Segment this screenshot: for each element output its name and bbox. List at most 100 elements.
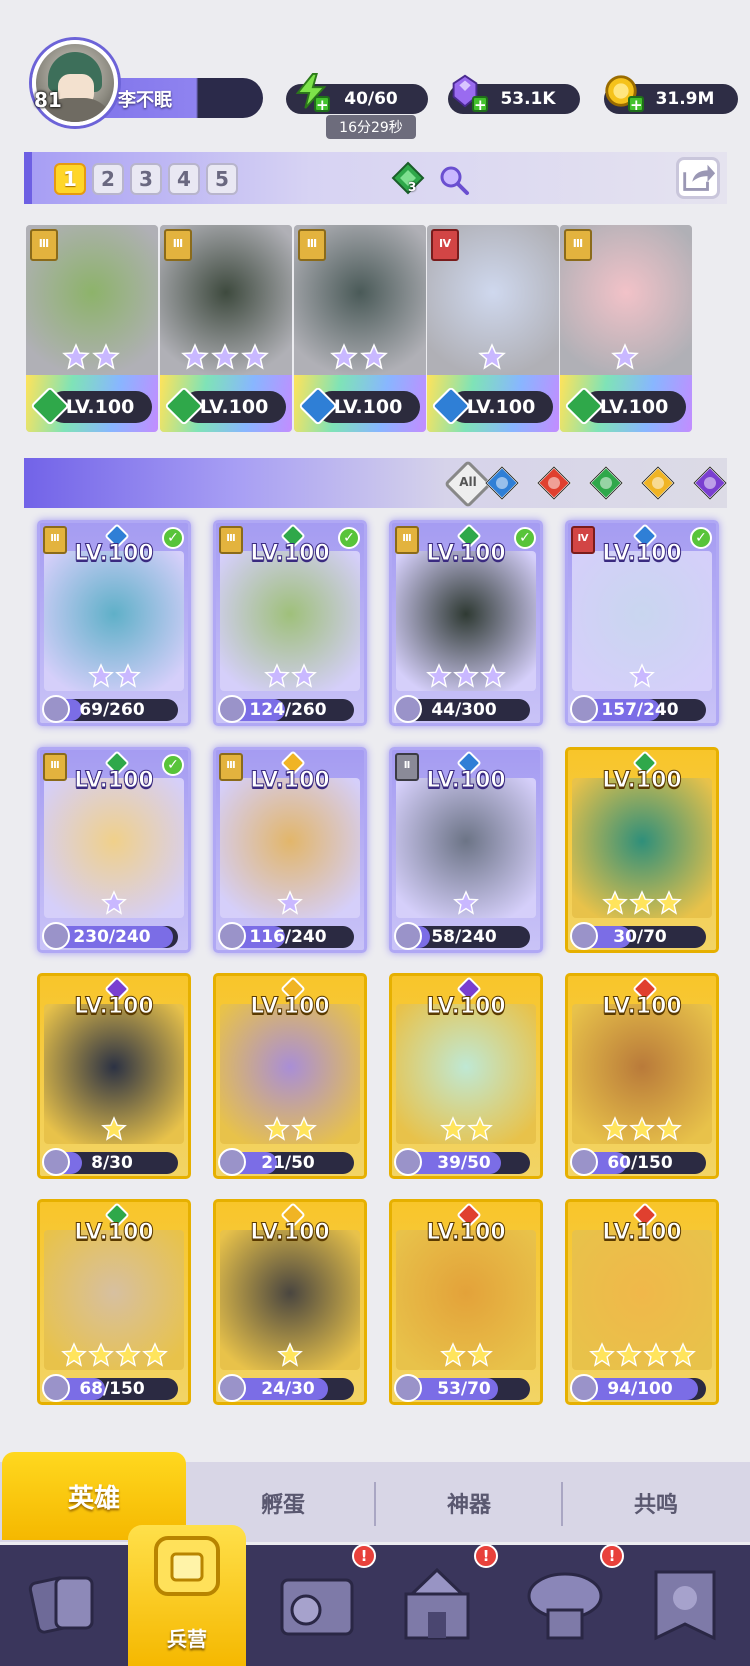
hero-card[interactable]: LV.100 39/50 xyxy=(389,973,543,1179)
shard-progress-text: 21/50 xyxy=(261,1153,315,1173)
hero-card[interactable]: LV.100 60/150 xyxy=(565,973,719,1179)
star-icon xyxy=(277,890,303,915)
shard-progress-text: 30/70 xyxy=(613,927,667,947)
team-hero-card[interactable]: Ⅲ LV.100 xyxy=(294,225,426,432)
barracks-icon[interactable] xyxy=(142,1518,232,1608)
shard-progress-text: 60/150 xyxy=(607,1153,673,1173)
alert-badge: ! xyxy=(600,1544,624,1568)
hero-level: LV.100 xyxy=(426,768,506,794)
hero-card[interactable]: Ⅲ LV.100 116/240 xyxy=(213,747,367,953)
player-avatar[interactable] xyxy=(32,40,118,126)
star-rating xyxy=(392,890,540,916)
star-icon xyxy=(588,1342,615,1367)
star-icon xyxy=(360,343,388,370)
star-rating xyxy=(62,343,120,371)
star-icon xyxy=(656,1116,682,1141)
star-icon xyxy=(62,343,90,370)
hero-card[interactable]: LV.100 24/30 xyxy=(213,1199,367,1405)
star-icon xyxy=(466,1342,493,1367)
team-slot-4[interactable]: 4 xyxy=(168,163,200,195)
filter-all-label: All xyxy=(459,475,477,489)
team-hero-card[interactable]: Ⅳ LV.100 xyxy=(427,225,559,432)
hero-card[interactable]: Ⅲ ✓ LV.100 69/260 xyxy=(37,520,191,726)
team-slot-1[interactable]: 1 xyxy=(54,163,86,195)
hero-card[interactable]: Ⅱ LV.100 58/240 xyxy=(389,747,543,953)
shard-progress-text: 69/260 xyxy=(79,700,145,720)
star-rating xyxy=(40,1342,188,1368)
mushroom-house-icon[interactable] xyxy=(520,1560,610,1650)
team-hero-card[interactable]: Ⅲ LV.100 xyxy=(160,225,292,432)
star-icon xyxy=(480,663,506,688)
star-icon xyxy=(439,1116,466,1141)
search-icon[interactable] xyxy=(438,164,470,196)
hero-card[interactable]: Ⅲ ✓ LV.100 44/300 xyxy=(389,520,543,726)
star-icon xyxy=(92,343,120,370)
star-rating xyxy=(611,343,639,371)
hero-card[interactable]: LV.100 53/70 xyxy=(389,1199,543,1405)
shard-icon xyxy=(570,922,598,950)
shard-icon xyxy=(570,695,598,723)
cards-icon[interactable] xyxy=(20,1560,110,1650)
star-rating xyxy=(478,343,506,371)
nature-filter-icon[interactable] xyxy=(588,465,624,501)
star-rating xyxy=(40,1116,188,1142)
plus-icon[interactable]: + xyxy=(628,96,644,113)
hero-card[interactable]: Ⅲ ✓ LV.100 124/260 xyxy=(213,520,367,726)
star-icon xyxy=(181,343,209,370)
star-icon xyxy=(669,1342,696,1367)
star-icon xyxy=(615,1342,642,1367)
plus-icon[interactable]: + xyxy=(472,96,488,113)
shard-progress-text: 53/70 xyxy=(437,1379,491,1399)
book-map-icon[interactable] xyxy=(272,1560,362,1650)
fire-filter-icon[interactable] xyxy=(536,465,572,501)
star-icon xyxy=(60,1342,87,1367)
hero-card[interactable]: Ⅳ ✓ LV.100 157/240 xyxy=(565,520,719,726)
hero-level: LV.100 xyxy=(250,994,330,1020)
energy-timer: 16分29秒 xyxy=(326,115,416,139)
hero-level: LV.100 xyxy=(250,541,330,567)
shard-progress-text: 230/240 xyxy=(73,927,151,947)
shard-progress-text: 58/240 xyxy=(431,927,497,947)
star-icon xyxy=(466,1116,493,1141)
castle-icon[interactable] xyxy=(392,1560,482,1650)
hero-card[interactable]: LV.100 94/100 xyxy=(565,1199,719,1405)
hero-card[interactable]: LV.100 21/50 xyxy=(213,973,367,1179)
star-icon xyxy=(101,890,127,915)
tab-artifact[interactable]: 神器 xyxy=(376,1478,562,1528)
shard-progress-text: 124/260 xyxy=(249,700,327,720)
hero-card[interactable]: LV.100 30/70 xyxy=(565,747,719,953)
star-icon xyxy=(290,663,317,688)
star-icon xyxy=(629,1116,655,1141)
rank-badge: Ⅲ xyxy=(30,229,58,261)
star-icon xyxy=(263,1116,290,1141)
hero-card[interactable]: LV.100 8/30 xyxy=(37,973,191,1179)
team-slot-3[interactable]: 3 xyxy=(130,163,162,195)
star-icon xyxy=(453,663,479,688)
share-icon xyxy=(683,164,716,191)
guild-banner-icon[interactable] xyxy=(640,1560,730,1650)
hero-card[interactable]: LV.100 68/150 xyxy=(37,1199,191,1405)
hero-card[interactable]: Ⅲ ✓ LV.100 230/240 xyxy=(37,747,191,953)
star-rating xyxy=(392,663,540,689)
team-slot-2[interactable]: 2 xyxy=(92,163,124,195)
shard-icon xyxy=(218,922,246,950)
star-rating xyxy=(216,1342,364,1368)
team-hero-card[interactable]: Ⅲ LV.100 xyxy=(26,225,158,432)
tab-resonance[interactable]: 共鸣 xyxy=(563,1478,749,1528)
star-rating xyxy=(392,1342,540,1368)
water-filter-icon[interactable] xyxy=(484,465,520,501)
team-hero-card[interactable]: Ⅲ LV.100 xyxy=(560,225,692,432)
hero-level: LV.100 xyxy=(602,1220,682,1246)
star-icon xyxy=(602,1116,628,1141)
team-slot-5[interactable]: 5 xyxy=(206,163,238,195)
rank-badge: Ⅲ xyxy=(564,229,592,261)
plus-icon[interactable]: + xyxy=(314,96,330,113)
dark-filter-icon[interactable] xyxy=(692,465,728,501)
star-rating xyxy=(568,663,716,689)
hero-level: LV.100 xyxy=(426,1220,506,1246)
star-icon xyxy=(656,890,682,915)
shard-icon xyxy=(570,1148,598,1176)
gem-value: 53.1K xyxy=(500,89,556,109)
light-filter-icon[interactable] xyxy=(640,465,676,501)
share-button[interactable] xyxy=(676,157,720,199)
